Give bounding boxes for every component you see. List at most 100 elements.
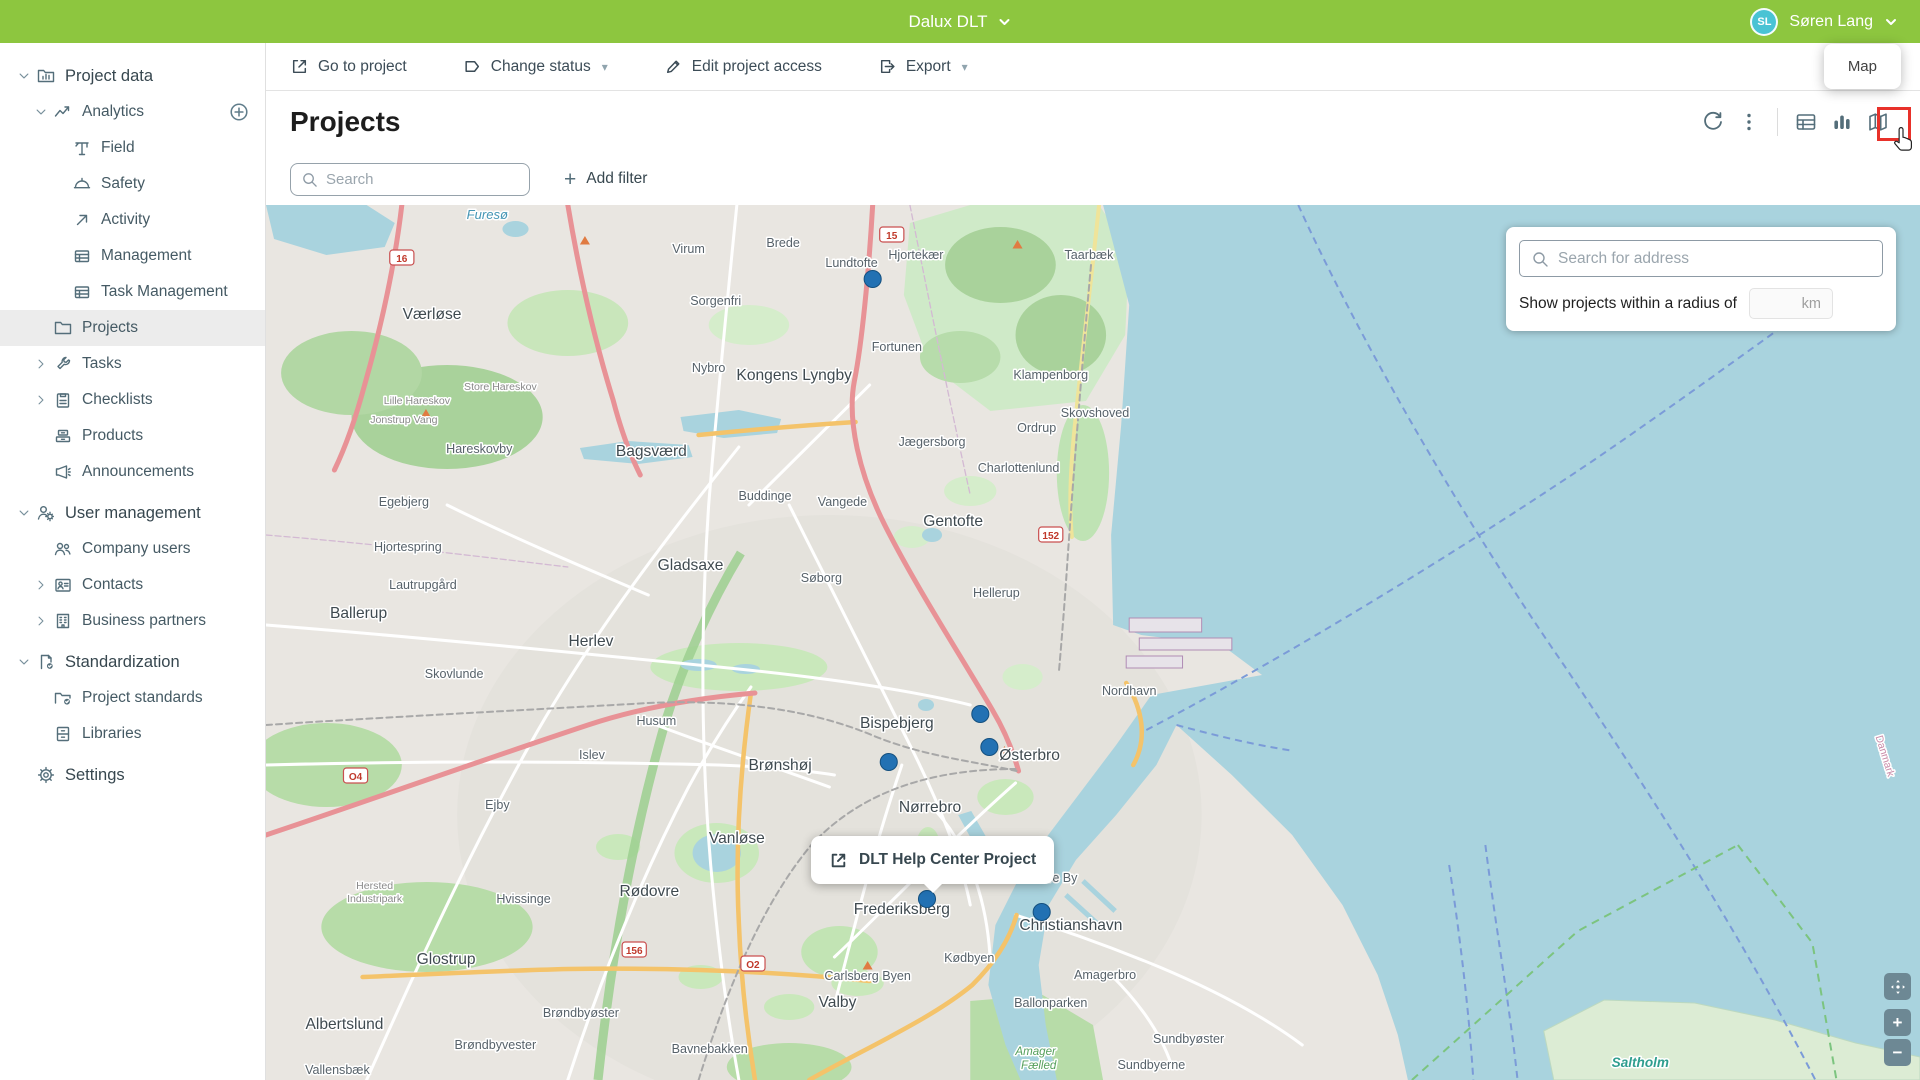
change-status-button[interactable]: Change status▾ (463, 57, 608, 76)
sidebar-item-contacts[interactable]: Contacts (0, 567, 265, 603)
sidebar-item-user-management[interactable]: User management (0, 495, 265, 531)
address-search-input[interactable] (1558, 250, 1871, 268)
account-switcher[interactable]: Dalux DLT (908, 12, 1011, 32)
map-label: Skovshoved (1061, 406, 1129, 420)
table-view-icon (1795, 111, 1817, 133)
map-label: Ballerup (330, 605, 387, 622)
map-canvas[interactable]: 1615152O4156O2 FuresøVirumBredeLundtofte… (266, 205, 1920, 1080)
map-label: Kongens Lyngby (736, 367, 852, 384)
products-icon (54, 427, 72, 445)
filter-row: + Add filter (266, 153, 1920, 205)
add-filter-button[interactable]: + Add filter (564, 169, 647, 190)
search-box (290, 163, 530, 196)
sidebar-item-standardization[interactable]: Standardization (0, 644, 265, 680)
route-shield: 152 (1039, 527, 1063, 542)
sidebar-item-business-partners[interactable]: Business partners (0, 603, 265, 639)
sidebar-item-task-management[interactable]: Task Management (0, 274, 265, 310)
map-container: 1615152O4156O2 FuresøVirumBredeLundtofte… (266, 205, 1920, 1080)
go-to-project-button[interactable]: Go to project (290, 57, 407, 76)
sidebar-item-libraries[interactable]: Libraries (0, 716, 265, 752)
map-label: Ordrup (1017, 421, 1056, 435)
sidebar-item-settings[interactable]: Settings (0, 757, 265, 793)
map-label: Hjortekær (888, 248, 943, 262)
address-search-box (1519, 240, 1883, 277)
export-icon (878, 57, 897, 76)
sidebar-item-project-standards[interactable]: Project standards (0, 680, 265, 716)
chevron-right-icon[interactable] (34, 578, 48, 592)
pan-button[interactable] (1884, 973, 1911, 1000)
chevron-down-icon[interactable] (17, 69, 31, 83)
project-marker[interactable] (880, 754, 897, 771)
project-popup[interactable]: DLT Help Center Project (811, 836, 1054, 884)
route-shield: O2 (741, 956, 765, 971)
project-marker[interactable] (864, 271, 881, 288)
top-app-bar: Dalux DLT SL Søren Lang (0, 0, 1920, 43)
view-table-button[interactable] (1788, 104, 1824, 140)
refresh-button[interactable] (1695, 104, 1731, 140)
svg-text:156: 156 (626, 946, 643, 957)
business-partners-icon (54, 612, 72, 630)
projects-search-input[interactable] (326, 171, 519, 188)
project-marker[interactable] (1033, 904, 1050, 921)
open-in-new-icon (290, 57, 309, 76)
sidebar-item-announcements[interactable]: Announcements (0, 454, 265, 490)
sidebar-item-projects[interactable]: Projects (0, 310, 265, 346)
sidebar-item-field[interactable]: Field (0, 130, 265, 166)
map-label: Brønshøj (749, 757, 812, 774)
map-label: Lautrupgård (389, 578, 457, 592)
more-options-button[interactable] (1731, 104, 1767, 140)
search-icon (1531, 250, 1549, 268)
edit-project-access-button[interactable]: Edit project access (664, 57, 822, 76)
refresh-icon (1702, 111, 1724, 133)
map-label: Hellerup (973, 586, 1020, 600)
chevron-right-icon[interactable] (34, 393, 48, 407)
project-marker[interactable] (972, 706, 989, 723)
caret-down-icon: ▾ (602, 60, 608, 74)
add-analytics-button[interactable] (229, 102, 249, 122)
sidebar-item-safety[interactable]: Safety (0, 166, 265, 202)
map-label: Furesø (467, 207, 508, 222)
radius-row: Show projects within a radius of km (1519, 288, 1883, 319)
project-marker[interactable] (918, 891, 935, 908)
map-label: Gladsaxe (658, 557, 724, 574)
map-label: Skovlunde (425, 667, 484, 681)
main-content: Go to project Change status▾ Edit project … (266, 43, 1920, 1080)
map-label: Klampenborg (1013, 368, 1088, 382)
sidebar-item-products[interactable]: Products (0, 418, 265, 454)
map-label: Kødbyen (944, 951, 994, 965)
zoom-out-button[interactable]: − (1884, 1039, 1911, 1066)
user-menu[interactable]: SL Søren Lang (1750, 8, 1898, 36)
radius-input[interactable]: km (1749, 288, 1833, 319)
sidebar-item-analytics[interactable]: Analytics (0, 94, 265, 130)
sidebar-item-project-data[interactable]: Project data (0, 58, 265, 94)
export-button[interactable]: Export▾ (878, 57, 968, 76)
bar-chart-view-icon (1831, 111, 1853, 133)
chevron-right-icon[interactable] (34, 614, 48, 628)
sidebar-item-label: Project standards (82, 689, 203, 707)
chevron-right-icon[interactable] (34, 357, 48, 371)
zoom-in-button[interactable]: + (1884, 1009, 1911, 1036)
project-marker[interactable] (981, 739, 998, 756)
sidebar-item-label: Activity (101, 211, 150, 229)
sidebar-item-label: Project data (65, 67, 153, 86)
sidebar-item-tasks[interactable]: Tasks (0, 346, 265, 382)
map-label: Amagerbro (1074, 968, 1136, 982)
kebab-menu-icon (1738, 111, 1760, 133)
chevron-down-icon[interactable] (17, 655, 31, 669)
chevron-down-icon[interactable] (34, 105, 48, 119)
chevron-down-icon[interactable] (17, 506, 31, 520)
sidebar-item-company-users[interactable]: Company users (0, 531, 265, 567)
sidebar-item-management[interactable]: Management (0, 238, 265, 274)
svg-text:O4: O4 (349, 772, 363, 783)
sidebar-item-label: Standardization (65, 653, 180, 672)
sidebar-item-label: Company users (82, 540, 191, 558)
sidebar-item-activity[interactable]: Activity (0, 202, 265, 238)
view-chart-button[interactable] (1824, 104, 1860, 140)
svg-text:15: 15 (886, 231, 898, 242)
sidebar-item-checklists[interactable]: Checklists (0, 382, 265, 418)
user-management-icon (37, 504, 55, 522)
sidebar-item-label: Task Management (101, 283, 228, 301)
page-header: Projects (266, 91, 1920, 153)
map-label: Egebjerg (379, 495, 429, 509)
map-label: Islev (579, 748, 606, 762)
